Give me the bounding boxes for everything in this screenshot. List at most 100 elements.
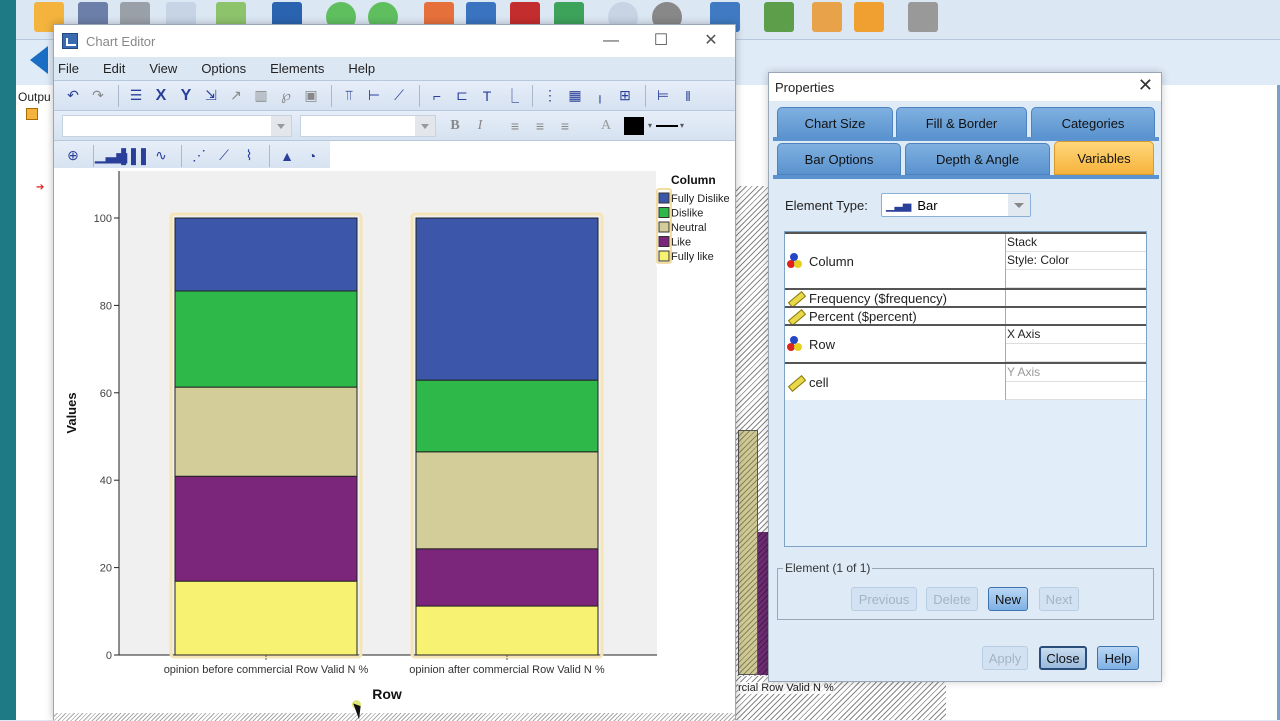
transpose-icon[interactable]: ↗ <box>225 86 247 106</box>
tab-chart-size[interactable]: Chart Size <box>777 107 893 139</box>
variable-row[interactable]: Column Stack Style: Color <box>785 232 1146 288</box>
italic-button[interactable]: I <box>469 116 491 136</box>
help-button[interactable]: Help <box>1097 646 1139 670</box>
gridlines-icon[interactable]: ▦ <box>564 86 586 106</box>
chart-doc-icon[interactable] <box>764 2 794 32</box>
variable-row[interactable]: cell Y Axis <box>785 362 1146 400</box>
select-icon[interactable]: ⊕ <box>62 146 84 166</box>
footnote-icon[interactable]: ⎿ <box>501 86 523 106</box>
line-style-icon[interactable] <box>656 124 679 127</box>
toolbar-separator <box>93 144 94 167</box>
script-icon[interactable] <box>854 2 884 32</box>
tab-bar-options[interactable]: Bar Options <box>777 143 901 175</box>
tab-depth-angle[interactable]: Depth & Angle <box>905 143 1050 175</box>
minimize-button[interactable]: — <box>589 29 633 53</box>
variable-row[interactable]: Percent ($percent) <box>785 306 1146 326</box>
menu-elements[interactable]: Elements <box>270 61 324 76</box>
subtitle-icon[interactable]: ⊏ <box>451 86 473 106</box>
x-axis-title: Row <box>372 686 402 702</box>
variable-role-cell[interactable]: X Axis <box>1006 326 1146 344</box>
variable-row[interactable]: Frequency ($frequency) <box>785 288 1146 308</box>
redo-icon[interactable]: ↷ <box>87 86 109 106</box>
variable-role-cell[interactable]: Style: Color <box>1006 252 1146 270</box>
apply-button[interactable]: Apply <box>982 646 1028 670</box>
delete-button[interactable]: Delete <box>926 587 978 611</box>
chevron-down-icon[interactable] <box>415 115 435 136</box>
fit-line-icon[interactable]: ⟋ <box>213 146 235 166</box>
element-type-select[interactable]: ▁▃▅ Bar <box>881 193 1031 217</box>
tab-fill-border[interactable]: Fill & Border <box>896 107 1027 139</box>
variable-role-cell[interactable] <box>1006 344 1146 362</box>
variable-role-cell[interactable]: Stack <box>1006 234 1146 252</box>
outline-node-icon[interactable] <box>26 108 38 120</box>
clustered-bar-icon[interactable]: ▌▌▌ <box>121 146 151 166</box>
close-button[interactable]: ✕ <box>689 29 733 53</box>
menu-edit[interactable]: Edit <box>103 61 125 76</box>
chart-editor-app-icon <box>62 33 78 49</box>
bar-labels-icon[interactable]: ⊨ <box>652 86 674 106</box>
x-axis-icon[interactable]: X <box>150 86 172 106</box>
menu-view[interactable]: View <box>149 61 177 76</box>
column-icon[interactable]: ▥ <box>250 86 272 106</box>
properties-icon[interactable]: ☰ <box>125 86 147 106</box>
line-style-dropdown-icon[interactable]: ▾ <box>680 121 684 130</box>
grid-icon[interactable]: ⋮ <box>539 86 561 106</box>
close-dialog-button[interactable]: Close <box>1039 646 1087 670</box>
lasso-icon[interactable]: ℘ <box>275 86 297 106</box>
variable-role-cell[interactable] <box>1006 270 1146 288</box>
chevron-down-icon[interactable] <box>1008 194 1030 216</box>
error-bars-icon[interactable]: ╷ <box>589 86 611 106</box>
textbox-icon[interactable]: T <box>476 86 498 106</box>
ref-line-eq-icon[interactable]: ⟋ <box>388 86 410 106</box>
output-outline-pane <box>16 85 56 720</box>
ref-line-y-icon[interactable]: ⫪ <box>338 86 360 106</box>
scatter-icon[interactable]: ⋰ <box>188 146 210 166</box>
datalabel-icon[interactable]: ▣ <box>300 86 322 106</box>
previous-button[interactable]: Previous <box>851 587 917 611</box>
font-color-button[interactable]: A <box>595 116 617 136</box>
back-arrow-icon[interactable] <box>30 46 48 74</box>
next-button[interactable]: Next <box>1039 587 1079 611</box>
ref-line-x-icon[interactable]: ⊢ <box>363 86 385 106</box>
tab-categories[interactable]: Categories <box>1031 107 1155 139</box>
toolbar-chart-elements: ↶ ↷ ☰ X Y ⇲ ↗ ▥ ℘ ▣ ⫪ ⊢ ⟋ ⌐ ⊏ T ⎿ ⋮ ▦ ╷ ⊞ ⊨ ‖ <box>54 81 735 111</box>
align-left-icon[interactable]: ≡ <box>504 116 526 136</box>
menu-file[interactable]: File <box>58 61 79 76</box>
color-bars-icon[interactable]: ‖ <box>677 86 699 106</box>
font-size-combo[interactable] <box>300 114 436 137</box>
rescale-icon[interactable]: ⇲ <box>200 86 222 106</box>
variable-role-cell[interactable] <box>1006 382 1146 400</box>
new-button[interactable]: New <box>988 587 1028 611</box>
pie-icon[interactable]: ◔ <box>301 146 323 166</box>
tab-variables[interactable]: Variables <box>1054 141 1154 175</box>
legend-icon[interactable]: ⊞ <box>614 86 636 106</box>
bar-chart-icon[interactable]: ▁▃▅ <box>95 146 127 166</box>
fill-color-swatch[interactable] <box>624 116 644 135</box>
variables-list: Column Stack Style: Color Frequency ($frequ… <box>784 231 1147 547</box>
y-axis-icon[interactable]: Y <box>175 86 197 106</box>
menu-help[interactable]: Help <box>348 61 375 76</box>
legend-swatch <box>658 207 670 218</box>
align-right-icon[interactable]: ≡ <box>554 116 576 136</box>
menu-options[interactable]: Options <box>201 61 246 76</box>
edit-doc-icon[interactable] <box>812 2 842 32</box>
variable-row[interactable]: Row X Axis <box>785 324 1146 362</box>
interpolation-icon[interactable]: ⌇ <box>238 146 260 166</box>
desktop-edge <box>0 0 16 720</box>
maximize-button[interactable]: ☐ <box>639 29 683 53</box>
variable-role-cell[interactable]: Y Axis <box>1006 364 1146 382</box>
close-icon[interactable]: ✕ <box>1138 75 1153 96</box>
fill-color-dropdown-icon[interactable]: ▾ <box>648 121 652 130</box>
undo-icon[interactable]: ↶ <box>62 86 84 106</box>
font-family-combo[interactable] <box>62 114 292 137</box>
title-icon[interactable]: ⌐ <box>426 86 448 106</box>
chart-editor-titlebar[interactable]: Chart Editor — ☐ ✕ <box>54 25 735 57</box>
line-chart-icon[interactable]: ∿ <box>150 146 172 166</box>
properties-titlebar[interactable]: Properties ✕ <box>769 73 1161 101</box>
bold-button[interactable]: B <box>444 116 466 136</box>
chevron-down-icon[interactable] <box>271 115 291 136</box>
toolbar-separator <box>331 84 332 107</box>
align-center-icon[interactable]: ≡ <box>529 116 551 136</box>
histogram-icon[interactable]: ▲ <box>276 146 298 166</box>
toolbar-separator <box>118 84 119 107</box>
